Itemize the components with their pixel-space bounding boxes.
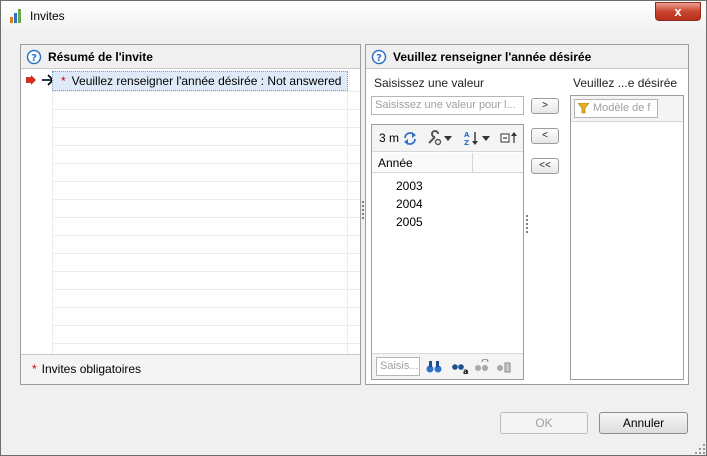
list-item[interactable]: 2004	[396, 197, 423, 211]
year-column-header[interactable]: Année	[372, 153, 523, 173]
prompt-summary-title: Résumé de l'invite	[48, 50, 153, 64]
filter-icon	[578, 103, 589, 114]
prompt-summary-header: ? Résumé de l'invite	[21, 45, 360, 69]
cancel-button[interactable]: Annuler	[599, 412, 688, 434]
svg-text:?: ?	[376, 53, 382, 64]
wrench-settings-icon[interactable]	[426, 130, 442, 146]
grid-line	[52, 70, 53, 355]
search-previous-icon[interactable]	[474, 359, 490, 375]
match-case-search-icon[interactable]: a	[452, 359, 470, 375]
grid-line	[52, 271, 360, 272]
sort-dropdown-icon[interactable]	[482, 130, 490, 146]
prompt-help-icon: ?	[26, 49, 42, 65]
remove-all-values-button[interactable]: <<	[531, 158, 559, 174]
grid-line	[52, 217, 360, 218]
grid-line	[52, 289, 360, 290]
binoculars-search-icon[interactable]	[426, 359, 442, 375]
grid-line	[347, 70, 348, 355]
title-bar: Invites x	[1, 1, 706, 31]
grid-line	[52, 307, 360, 308]
required-mark: *	[61, 74, 66, 88]
available-values-list: 3 m A Z Année 2003 2004 2005 Saisis... a	[371, 124, 524, 380]
ok-button[interactable]: OK	[500, 412, 588, 434]
resize-grip-icon[interactable]	[694, 443, 706, 455]
prompt-item-label: Veuillez renseigner l'année désirée : No…	[71, 74, 342, 88]
collapse-all-icon[interactable]	[500, 130, 518, 146]
svg-text:a: a	[463, 367, 468, 375]
list-splitter[interactable]	[526, 215, 528, 235]
year-column-label: Année	[378, 156, 413, 170]
mandatory-legend-label: Invites obligatoires	[41, 362, 142, 376]
enter-value-input[interactable]: Saisissez une valeur pour l...	[371, 96, 524, 115]
grid-line	[52, 145, 360, 146]
refresh-icon[interactable]	[403, 130, 417, 146]
sort-az-icon[interactable]: A Z	[463, 130, 479, 146]
filter-pattern-input[interactable]: Modèle de f	[574, 99, 658, 118]
grid-line	[52, 199, 360, 200]
remove-value-button[interactable]: <	[531, 128, 559, 144]
prompt-summary-panel: ? Résumé de l'invite * Veuillez renseign…	[20, 44, 361, 385]
selected-values-toolbar: Modèle de f	[571, 96, 683, 122]
window-title: Invites	[30, 9, 65, 23]
current-prompt-marker-icon	[26, 75, 36, 85]
grid-line	[52, 325, 360, 326]
app-icon	[10, 9, 21, 23]
grid-line	[52, 91, 360, 92]
prompt-item-year[interactable]: * Veuillez renseigner l'année désirée : N…	[52, 71, 348, 91]
grid-line	[52, 253, 360, 254]
list-item[interactable]: 2005	[396, 215, 423, 229]
close-button[interactable]: x	[655, 2, 701, 21]
prompt-values-panel: ? Veuillez renseigner l'année désirée Sa…	[365, 44, 689, 385]
search-input[interactable]: Saisis...	[376, 357, 420, 376]
prompt-help-icon: ?	[371, 49, 387, 65]
values-toolbar: 3 m A Z	[372, 125, 523, 152]
selected-values-list: Modèle de f	[570, 95, 684, 380]
invites-dialog: Invites x ? Résumé de l'invite * Veuille…	[0, 0, 707, 456]
search-next-icon[interactable]	[496, 359, 512, 375]
refresh-age-text: 3 m	[379, 131, 400, 145]
search-toolbar: Saisis... a	[372, 353, 523, 379]
list-item[interactable]: 2003	[396, 179, 423, 193]
selected-values-label: Veuillez ...e désirée	[573, 76, 678, 90]
grid-line	[52, 163, 360, 164]
panel-splitter[interactable]	[362, 201, 364, 221]
required-mark: *	[32, 362, 37, 376]
mandatory-legend: * Invites obligatoires	[21, 354, 360, 384]
filter-pattern-placeholder: Modèle de f	[593, 102, 651, 114]
grid-line	[52, 127, 360, 128]
prompt-values-title: Veuillez renseigner l'année désirée	[393, 50, 592, 64]
column-separator	[472, 153, 473, 173]
grid-line	[52, 109, 360, 110]
svg-text:Z: Z	[464, 139, 469, 146]
svg-text:?: ?	[31, 53, 37, 64]
svg-text:A: A	[464, 131, 470, 139]
enter-value-label: Saisissez une valeur	[374, 76, 485, 90]
add-value-button[interactable]: >	[531, 98, 559, 114]
grid-line	[52, 343, 360, 344]
grid-line	[52, 235, 360, 236]
prompt-list: * Veuillez renseigner l'année désirée : N…	[21, 70, 360, 355]
prompt-values-header: ? Veuillez renseigner l'année désirée	[366, 45, 688, 69]
settings-dropdown-icon[interactable]	[444, 130, 452, 146]
grid-line	[52, 181, 360, 182]
